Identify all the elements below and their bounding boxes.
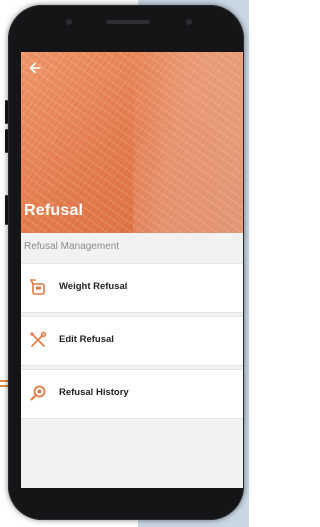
app-screen: Refusal Refusal Management Weight Refusa… (21, 52, 243, 488)
menu-item-refusal-history[interactable]: Refusal History (21, 369, 243, 419)
wrench-screwdriver-icon (29, 331, 47, 349)
menu-item-weight-refusal[interactable]: Weight Refusal (21, 263, 243, 313)
weight-scale-icon (29, 278, 47, 296)
front-camera (66, 19, 72, 25)
menu-item-label: Edit Refusal (59, 334, 114, 345)
side-button (5, 195, 8, 225)
volume-up-button (5, 100, 8, 124)
arrow-left-icon[interactable] (29, 62, 41, 77)
sensor (186, 19, 192, 25)
section-label: Refusal Management (24, 241, 120, 252)
menu-item-edit-refusal[interactable]: Edit Refusal (21, 316, 243, 366)
magnifier-icon (29, 384, 47, 402)
menu-item-label: Weight Refusal (59, 281, 128, 292)
page-title: Refusal (24, 202, 84, 219)
menu-item-label: Refusal History (59, 387, 129, 398)
hero-banner: Refusal (21, 52, 243, 233)
speaker-grille (106, 20, 150, 24)
volume-down-button (5, 129, 8, 153)
